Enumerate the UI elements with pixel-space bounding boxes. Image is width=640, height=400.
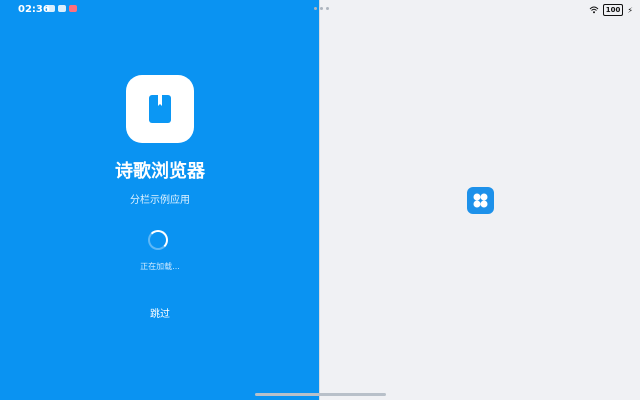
window-handle-dot (326, 7, 329, 10)
left-pane: 02:36 诗歌浏览器 分栏示例应用 正在加载... 跳过 (0, 0, 320, 400)
loading-spinner (148, 230, 168, 250)
wifi-icon (589, 6, 599, 14)
app-icon (126, 75, 194, 143)
status-time: 02:36 (18, 4, 50, 15)
status-right-icons: 100 ⚡ (589, 4, 633, 16)
bolt-icon: ⚡ (627, 5, 633, 15)
window-handle-dot (314, 7, 317, 10)
app-subtitle: 分栏示例应用 (130, 195, 190, 206)
app-title: 诗歌浏览器 (115, 161, 205, 182)
skip-button[interactable]: 跳过 (0, 305, 320, 320)
battery-indicator: 100 (602, 4, 624, 16)
loading-text: 正在加载... (140, 262, 180, 271)
notification-app-icon (58, 5, 66, 12)
window-handle-dot (320, 7, 323, 10)
window-handle[interactable] (314, 7, 329, 10)
four-petal-icon (467, 187, 494, 214)
notification-app-icon (69, 5, 77, 12)
book-icon (149, 95, 171, 123)
notification-app-icon (47, 5, 55, 12)
home-indicator[interactable] (255, 393, 386, 396)
status-notification-icons (47, 5, 77, 12)
split-divider[interactable] (319, 0, 320, 400)
